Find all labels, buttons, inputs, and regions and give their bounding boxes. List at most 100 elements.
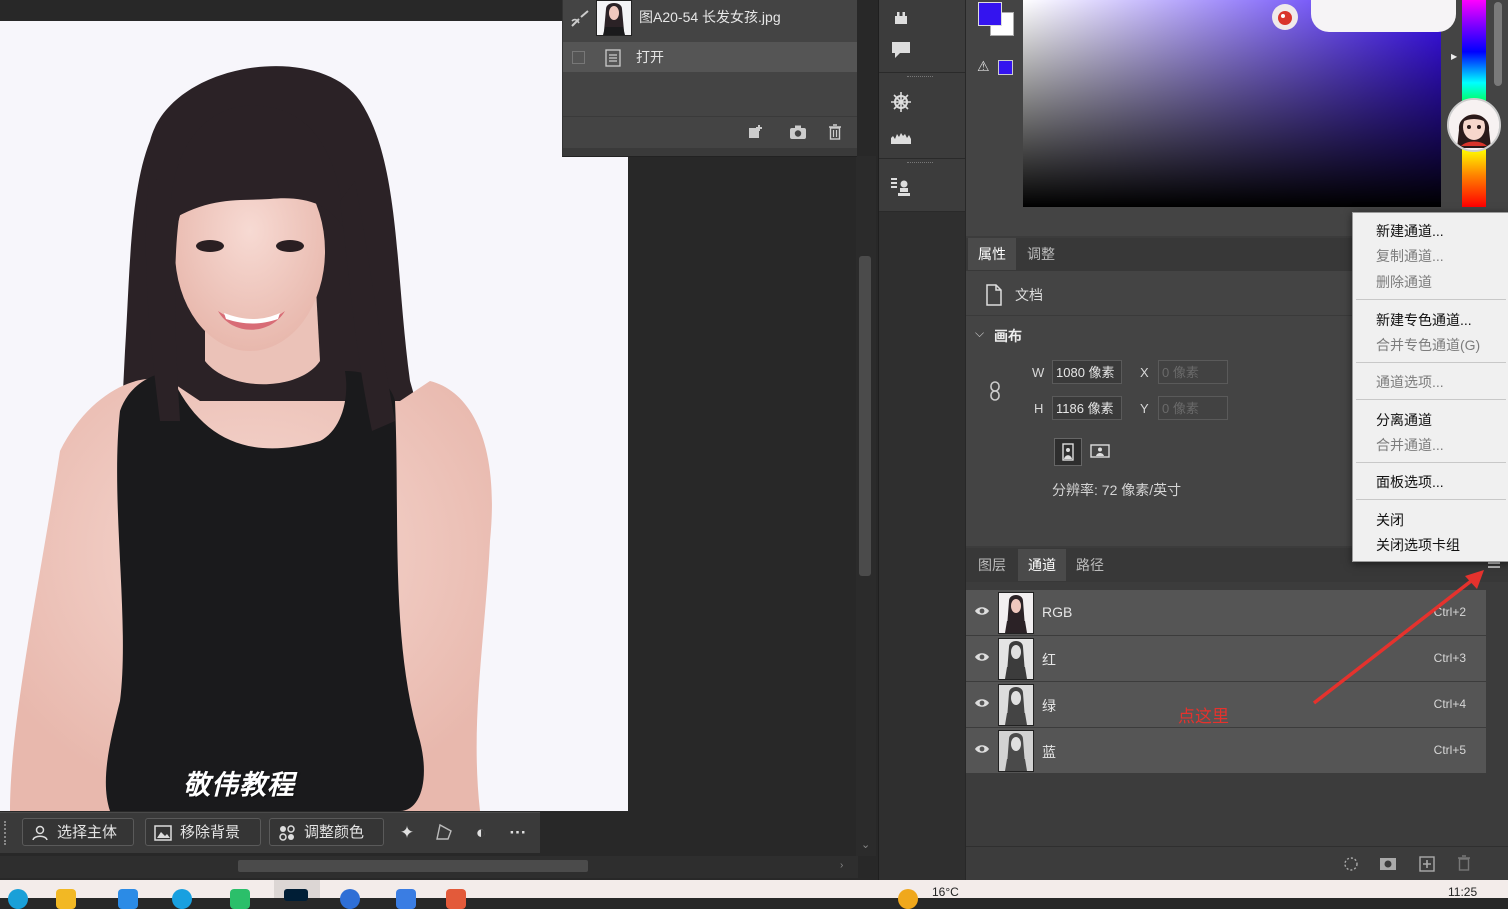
contextual-task-bar: 选择主体 移除背景 调整颜色 ✦ ◐ ··· (0, 812, 540, 853)
visibility-eye-icon[interactable] (974, 697, 990, 709)
visibility-eye-icon[interactable] (974, 605, 990, 617)
tool-presets-icon[interactable] (889, 175, 913, 199)
load-selection-icon[interactable] (1342, 855, 1360, 873)
taskbar-app-icon[interactable] (340, 889, 360, 909)
tab-paths[interactable]: 路径 (1066, 549, 1114, 581)
scroll-down-arrow-icon[interactable]: ⌄ (861, 838, 870, 851)
group-grip[interactable] (907, 162, 933, 165)
trash-icon[interactable] (827, 123, 843, 141)
contrast-icon[interactable]: ◐ (470, 822, 492, 844)
camera-snapshot-icon[interactable] (789, 124, 807, 140)
menu-item-merge-spot-channel[interactable]: 合并专色通道(G) (1376, 335, 1480, 355)
y-label: Y (1140, 401, 1149, 416)
portrait-orientation-button[interactable] (1054, 438, 1082, 466)
panel-icon-group (879, 0, 965, 212)
vertical-scroll-thumb[interactable] (859, 256, 871, 576)
menu-item-panel-options[interactable]: 面板选项... (1376, 472, 1444, 492)
taskbar-app-icon[interactable] (8, 889, 28, 909)
history-panel: 图A20-54 长发女孩.jpg 打开 (562, 0, 857, 157)
document-label: 文档 (1015, 287, 1043, 303)
taskbar-app-icon[interactable] (446, 889, 466, 909)
taskbar-browser-icon[interactable] (172, 889, 192, 909)
drag-handle[interactable] (4, 821, 10, 845)
channel-name: 红 (1042, 652, 1056, 668)
weather-sun-icon[interactable] (898, 889, 918, 909)
clock-time[interactable]: 11:25 (1448, 885, 1477, 899)
adjust-color-button[interactable]: 调整颜色 (269, 818, 384, 846)
channel-row[interactable]: 蓝 Ctrl+5 (966, 728, 1486, 774)
histogram-icon[interactable] (889, 124, 913, 148)
taskbar-app-icon[interactable] (118, 889, 138, 909)
remove-background-button[interactable]: 移除背景 (145, 818, 261, 846)
group-grip[interactable] (907, 76, 933, 79)
menu-item-close-tab-group[interactable]: 关闭选项卡组 (1376, 535, 1460, 555)
foreground-color-swatch[interactable] (978, 2, 1002, 26)
taskbar-app-icon[interactable] (396, 889, 416, 909)
color-panel-scrollbar[interactable] (1494, 2, 1502, 86)
history-step-label: 打开 (636, 49, 664, 65)
hue-slider-marker-icon[interactable]: ▶ (1451, 52, 1457, 61)
tab-channels[interactable]: 通道 (1018, 549, 1066, 581)
resolution-text: 分辨率: 72 像素/英寸 (1052, 482, 1182, 498)
x-label: X (1140, 365, 1149, 380)
history-footer (563, 116, 857, 149)
history-snapshot-row[interactable]: 图A20-54 长发女孩.jpg (563, 0, 857, 40)
landscape-orientation-button[interactable] (1087, 438, 1113, 464)
menu-item-split-channels[interactable]: 分离通道 (1376, 410, 1432, 430)
more-options-icon[interactable]: ··· (507, 822, 529, 844)
select-subject-button[interactable]: 选择主体 (22, 818, 134, 846)
y-input[interactable]: 0 像素 (1158, 396, 1228, 420)
x-input[interactable]: 0 像素 (1158, 360, 1228, 384)
out-of-gamut-warning-icon[interactable]: ⚠ (977, 58, 990, 75)
menu-item-close[interactable]: 关闭 (1376, 510, 1404, 530)
channel-name: RGB (1042, 604, 1073, 620)
menu-item-duplicate-channel[interactable]: 复制通道... (1376, 246, 1444, 266)
channel-thumbnail (998, 638, 1034, 680)
history-step-checkbox[interactable] (572, 51, 585, 64)
channel-thumbnail (998, 592, 1034, 634)
adjust-color-label: 调整颜色 (304, 824, 365, 841)
horizontal-scroll-thumb[interactable] (238, 860, 588, 872)
web-safe-color-swatch[interactable] (998, 60, 1013, 75)
delete-channel-trash-icon[interactable] (1456, 854, 1472, 872)
menu-item-merge-channels[interactable]: 合并通道... (1376, 435, 1444, 455)
glyphs-panel-icon[interactable] (889, 6, 913, 30)
menu-item-new-spot-channel[interactable]: 新建专色通道... (1376, 310, 1472, 330)
comments-icon[interactable] (889, 38, 913, 62)
menu-item-delete-channel[interactable]: 删除通道 (1376, 272, 1432, 292)
remove-background-label: 移除背景 (180, 824, 241, 841)
width-label: W (1032, 365, 1045, 380)
navigator-wheel-icon[interactable] (889, 90, 913, 114)
link-chain-icon[interactable] (988, 380, 1002, 402)
height-input[interactable]: 1186 像素 (1052, 396, 1122, 420)
tab-adjustments[interactable]: 调整 (1017, 238, 1065, 270)
os-taskbar: 16°C 11:25 (0, 880, 1508, 909)
visibility-eye-icon[interactable] (974, 651, 990, 663)
history-step-row[interactable]: 打开 (563, 42, 857, 72)
history-brush-icon[interactable] (569, 8, 591, 30)
select-subject-label: 选择主体 (57, 824, 118, 841)
taskbar-chat-icon[interactable] (230, 889, 250, 909)
canvas-section-title[interactable]: 画布 (994, 326, 1022, 346)
decorative-sticker (1311, 0, 1456, 32)
photo-canvas[interactable] (0, 21, 628, 811)
width-input[interactable]: 1080 像素 (1052, 360, 1122, 384)
document-open-icon (605, 49, 621, 67)
new-channel-icon[interactable] (1418, 855, 1436, 873)
chevron-down-icon[interactable]: ⌵ (975, 326, 984, 341)
crop-transform-icon[interactable] (434, 822, 456, 844)
scroll-right-arrow-icon[interactable]: › (840, 860, 843, 871)
visibility-eye-icon[interactable] (974, 743, 990, 755)
sparkle-icon[interactable]: ✦ (396, 822, 418, 844)
panel-resize-grip[interactable] (563, 148, 857, 156)
new-document-from-state-icon[interactable] (747, 124, 765, 140)
taskbar-folder-icon[interactable] (56, 889, 76, 909)
sticker-icon (1272, 4, 1298, 30)
tab-layers[interactable]: 图层 (968, 549, 1016, 581)
menu-item-channel-options[interactable]: 通道选项... (1376, 372, 1444, 392)
taskbar-active-app[interactable] (274, 880, 320, 901)
image-icon (154, 825, 172, 841)
menu-item-new-channel[interactable]: 新建通道... (1376, 221, 1444, 241)
save-selection-mask-icon[interactable] (1378, 855, 1398, 873)
tab-properties[interactable]: 属性 (968, 238, 1016, 270)
